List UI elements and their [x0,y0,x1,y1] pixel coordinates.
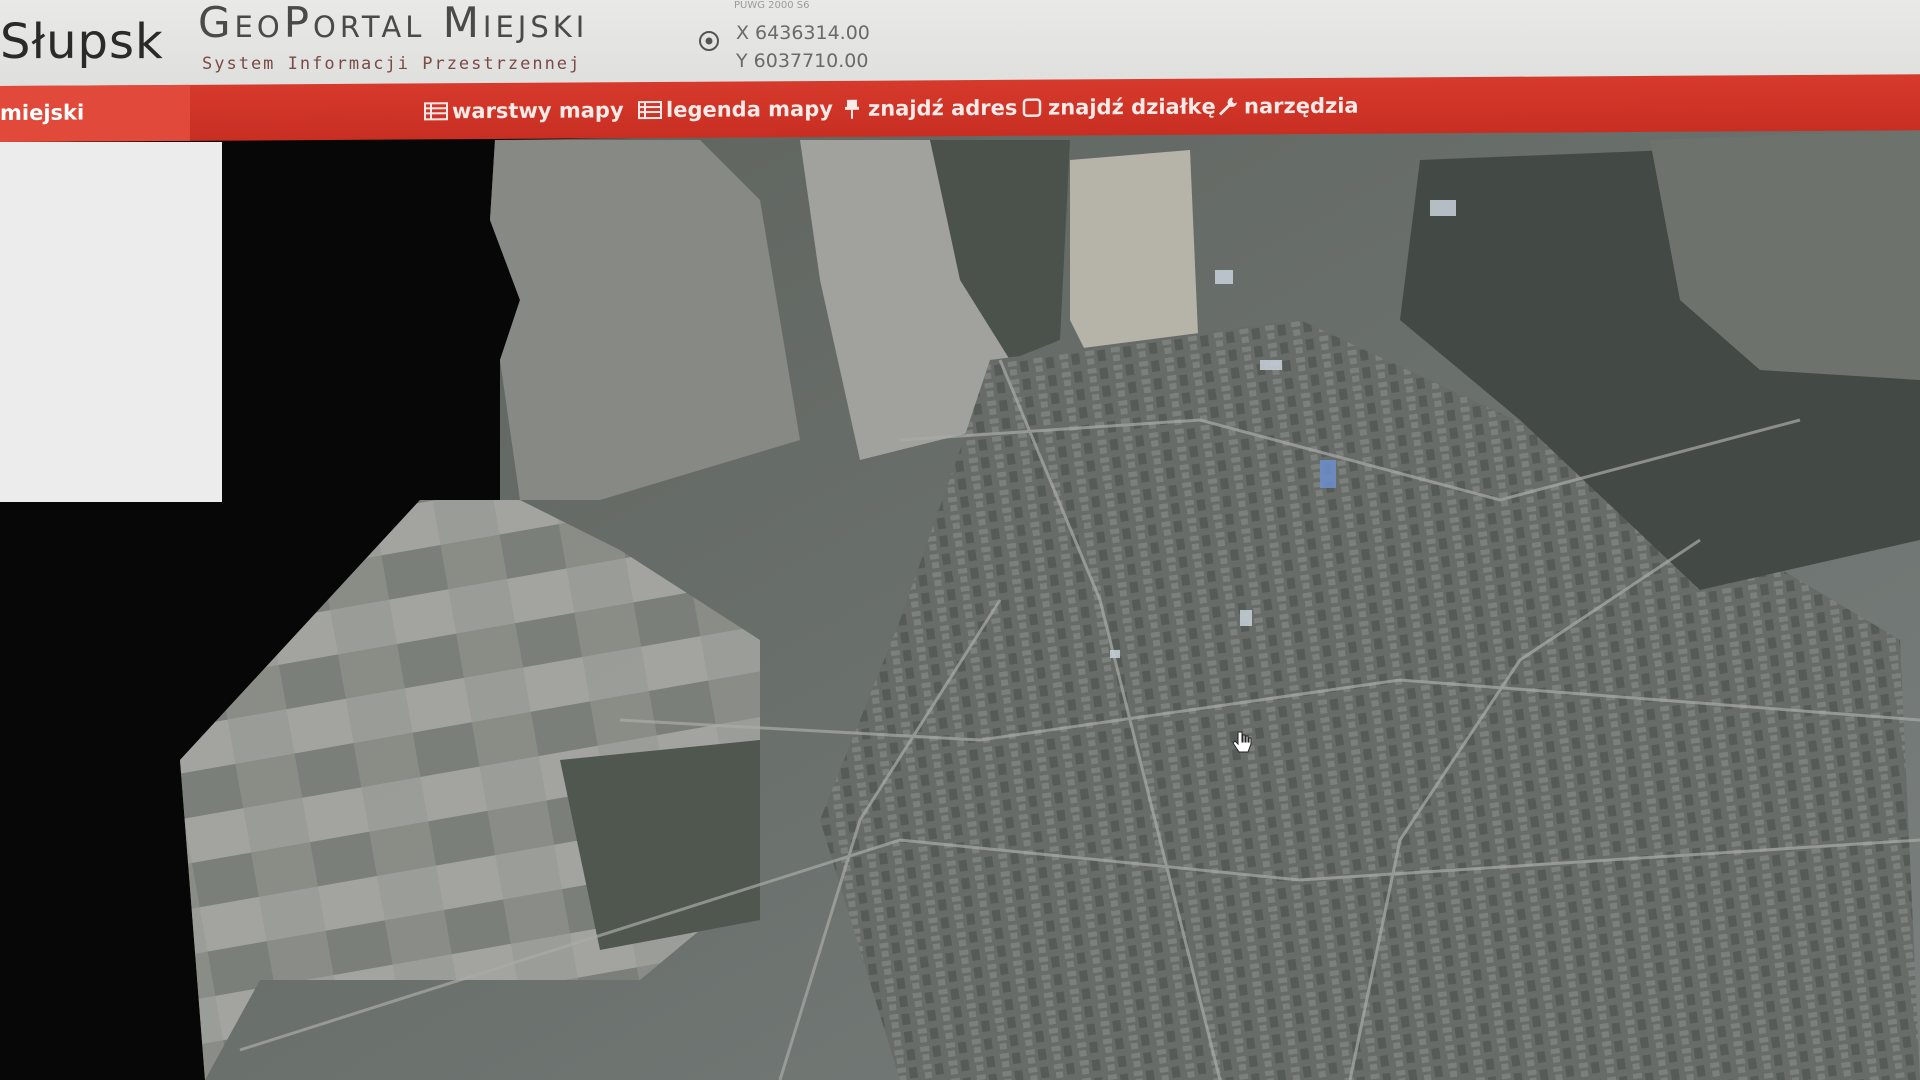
nav-item-label: znajdź działkę [1048,94,1216,120]
coordinate-x: X 6436314.00 [736,22,870,44]
coordinate-system-label: PUWG 2000 S6 [734,0,810,11]
hand-cursor-icon [1232,731,1252,753]
navigation-bar: miejski warstwy mapy legenda mapy znajdź… [0,74,1920,142]
side-panel[interactable] [0,142,222,502]
nav-item-label: narzędzia [1244,93,1359,119]
square-icon [1022,98,1042,117]
coordinate-y: Y 6037710.00 [736,50,869,72]
list-icon [424,102,448,121]
pin-icon [845,99,859,119]
satellite-map[interactable] [0,120,1920,1080]
wrench-icon [1219,97,1237,116]
nav-item-find-address[interactable]: znajdź adres [840,94,1017,123]
geoportal-page: Słupsk GeoPortal Miejski System Informac… [0,0,1920,1080]
nav-item-label: legenda mapy [666,96,833,122]
nav-item-label: warstwy mapy [452,98,624,124]
nav-home-tab[interactable]: miejski [0,84,190,142]
crosshair-icon [699,31,719,51]
nav-item-tools[interactable]: narzędzia [1216,92,1359,121]
fields-north [490,140,800,500]
nav-item-label: znajdź adres [868,95,1018,121]
city-name[interactable]: Słupsk [0,14,164,70]
nav-home-label: miejski [0,100,85,125]
portal-title: GeoPortal Miejski [198,0,589,47]
nav-item-map-layers[interactable]: warstwy mapy [424,96,624,125]
list-icon [638,100,662,120]
nav-item-find-parcel[interactable]: znajdź działkę [1020,93,1216,122]
map-view[interactable] [0,120,1920,1080]
nav-item-map-legend[interactable]: legenda mapy [638,95,833,124]
portal-subtitle: System Informacji Przestrzennej [202,54,582,74]
